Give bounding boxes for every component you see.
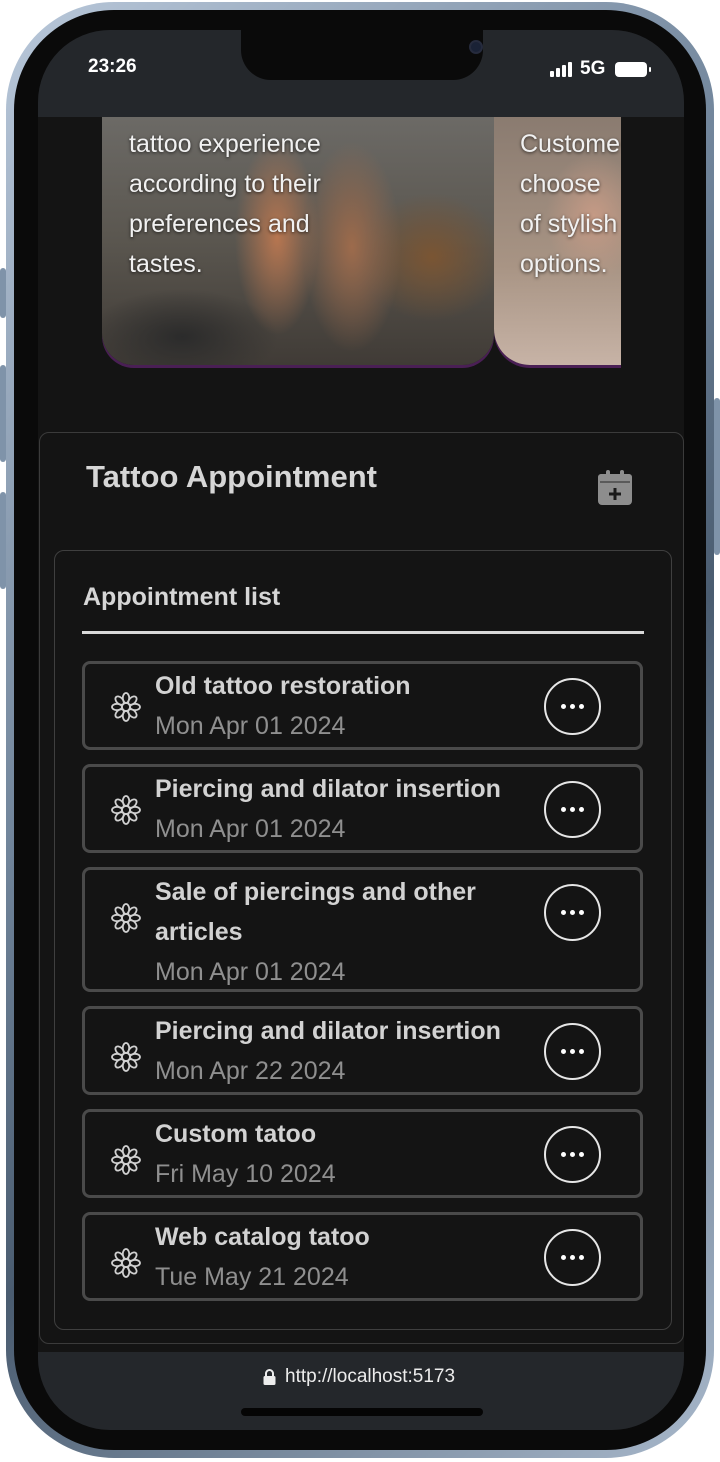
list-item[interactable]: Old tattoo restoration Mon Apr 01 2024 xyxy=(82,661,643,750)
calendar-add-icon[interactable] xyxy=(596,469,634,507)
home-indicator[interactable] xyxy=(241,1408,483,1416)
list-item[interactable]: Custom tatoo Fri May 10 2024 xyxy=(82,1109,643,1198)
front-camera xyxy=(469,40,483,54)
notch xyxy=(241,30,483,80)
volume-up-button xyxy=(0,365,6,462)
lock-icon xyxy=(263,1369,276,1385)
list-item[interactable]: Web catalog tatoo Tue May 21 2024 xyxy=(82,1212,643,1301)
flower-icon xyxy=(111,1145,141,1175)
appointment-list: Appointment list Old tattoo restoration … xyxy=(54,550,672,1330)
item-title: Old tattoo restoration xyxy=(155,672,411,700)
carousel-slide[interactable]: tattoo experience according to their pre… xyxy=(102,117,494,365)
slide-text-line: tattoo experience xyxy=(129,130,321,158)
slide-text: tattoo experience according to their pre… xyxy=(129,124,321,284)
more-options-button[interactable] xyxy=(544,678,601,735)
power-button xyxy=(714,398,720,555)
action-button xyxy=(0,268,6,318)
screen: tattoo experience according to their pre… xyxy=(38,30,684,1430)
item-title: Piercing and dilator insertion xyxy=(155,1017,501,1045)
signal-icon xyxy=(550,62,572,77)
list-item[interactable]: Piercing and dilator insertion Mon Apr 0… xyxy=(82,764,643,853)
card-title: Tattoo Appointment xyxy=(86,459,377,494)
item-date: Mon Apr 01 2024 xyxy=(155,815,346,843)
slide-text-line: of stylish xyxy=(520,210,618,238)
status-bar: 23:26 5G xyxy=(38,30,684,117)
item-title: Piercing and dilator insertion xyxy=(155,775,501,803)
more-options-button[interactable] xyxy=(544,781,601,838)
item-title: Sale of piercings and other articles xyxy=(155,878,476,946)
slide-text-line: Custome xyxy=(520,130,621,158)
list-header: Appointment list xyxy=(83,583,281,611)
feature-carousel[interactable]: tattoo experience according to their pre… xyxy=(38,117,684,377)
flower-icon xyxy=(111,1042,141,1072)
list-header-underline xyxy=(82,631,644,634)
flower-icon xyxy=(111,692,141,722)
more-options-button[interactable] xyxy=(544,884,601,941)
flower-icon xyxy=(111,1248,141,1278)
appointment-card: Tattoo Appointment Appointment list Old … xyxy=(39,432,684,1344)
slide-text: Custome choose of stylish options. xyxy=(520,124,620,284)
item-date: Mon Apr 22 2024 xyxy=(155,1057,346,1085)
item-date: Fri May 10 2024 xyxy=(155,1160,336,1188)
item-title: Custom tatoo xyxy=(155,1120,317,1148)
item-date: Mon Apr 01 2024 xyxy=(155,712,346,740)
volume-down-button xyxy=(0,492,6,589)
browser-url-bar[interactable]: http://localhost:5173 xyxy=(38,1352,684,1430)
slide-text-line: tastes. xyxy=(129,250,203,278)
more-options-button[interactable] xyxy=(544,1229,601,1286)
more-options-button[interactable] xyxy=(544,1126,601,1183)
slide-text-line: choose xyxy=(520,170,601,198)
item-title: Web catalog tatoo xyxy=(155,1223,370,1251)
flower-icon xyxy=(111,903,141,933)
battery-icon xyxy=(615,62,651,77)
slide-text-line: options. xyxy=(520,250,608,278)
item-date: Tue May 21 2024 xyxy=(155,1263,349,1291)
list-item[interactable]: Piercing and dilator insertion Mon Apr 2… xyxy=(82,1006,643,1095)
status-time: 23:26 xyxy=(88,56,137,77)
list-item[interactable]: Sale of piercings and other articles Mon… xyxy=(82,867,643,992)
network-type: 5G xyxy=(580,58,606,79)
url-text[interactable]: http://localhost:5173 xyxy=(285,1366,455,1388)
more-options-button[interactable] xyxy=(544,1023,601,1080)
item-date: Mon Apr 01 2024 xyxy=(155,958,346,986)
carousel-slide[interactable]: Custome choose of stylish options. xyxy=(494,117,621,365)
slide-text-line: preferences and xyxy=(129,210,310,238)
flower-icon xyxy=(111,795,141,825)
slide-text-line: according to their xyxy=(129,170,321,198)
